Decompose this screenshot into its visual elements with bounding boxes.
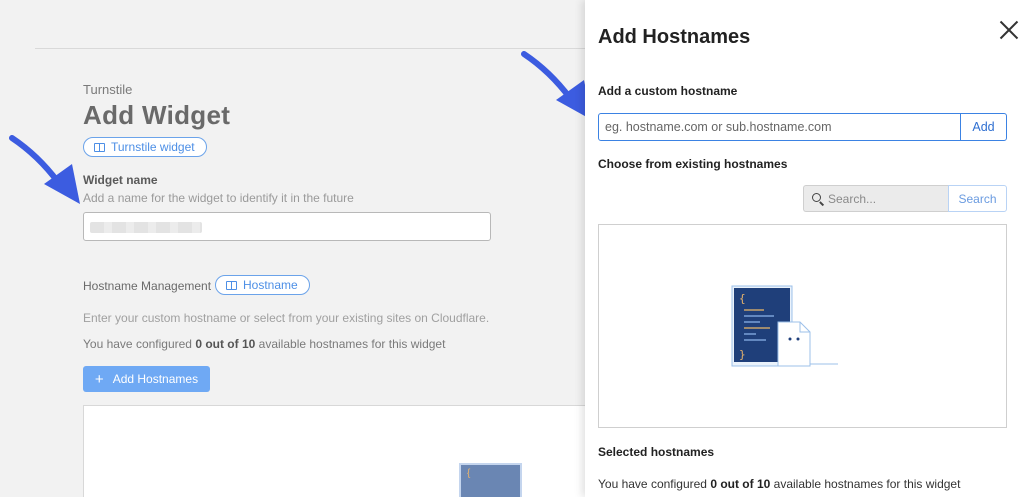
svg-text:{: { bbox=[739, 292, 746, 305]
existing-hostnames-label: Choose from existing hostnames bbox=[598, 157, 788, 171]
add-hostnames-drawer: Add Hostnames Add a custom hostname Add … bbox=[585, 0, 1024, 497]
custom-hostname-input[interactable] bbox=[598, 113, 961, 141]
count-value: 0 out of 10 bbox=[195, 337, 256, 351]
existing-hostnames-list: { } bbox=[598, 224, 1007, 428]
turnstile-widget-docs-link[interactable]: Turnstile widget bbox=[83, 137, 207, 157]
book-icon bbox=[226, 280, 237, 290]
search-input[interactable] bbox=[828, 186, 946, 211]
widget-name-label: Widget name bbox=[83, 173, 158, 187]
widget-name-help: Add a name for the widget to identify it… bbox=[83, 191, 354, 205]
custom-hostname-label: Add a custom hostname bbox=[598, 84, 738, 98]
breadcrumb: Turnstile bbox=[83, 82, 133, 97]
hostname-count-text: You have configured 0 out of 10 availabl… bbox=[83, 337, 445, 351]
search-icon bbox=[812, 193, 821, 202]
header-divider bbox=[35, 48, 595, 49]
plus-icon: + bbox=[94, 370, 104, 388]
hostname-link-label: Hostname bbox=[243, 278, 298, 292]
arrow-pointer bbox=[9, 135, 80, 204]
add-custom-hostname-button[interactable]: Add bbox=[960, 113, 1007, 141]
drawer-title: Add Hostnames bbox=[598, 26, 751, 48]
selected-hostnames-label: Selected hostnames bbox=[598, 445, 715, 459]
count-prefix: You have configured bbox=[598, 477, 711, 491]
count-prefix: You have configured bbox=[83, 337, 196, 351]
hostname-docs-link[interactable]: Hostname bbox=[215, 275, 310, 295]
count-suffix: available hostnames for this widget bbox=[255, 337, 446, 351]
empty-document-illustration bbox=[459, 463, 522, 497]
page-title: Add Widget bbox=[83, 100, 231, 130]
book-icon bbox=[94, 142, 105, 152]
search-button[interactable]: Search bbox=[948, 185, 1007, 212]
hostnames-list-panel bbox=[83, 405, 603, 497]
svg-text:}: } bbox=[739, 348, 746, 361]
drawer-hostname-count: You have configured 0 out of 10 availabl… bbox=[598, 477, 960, 491]
search-field[interactable] bbox=[803, 185, 949, 212]
turnstile-widget-link-label: Turnstile widget bbox=[111, 140, 195, 154]
add-hostnames-label: Add Hostnames bbox=[112, 372, 199, 386]
hostname-help-text: Enter your custom hostname or select fro… bbox=[83, 311, 490, 325]
widget-name-input[interactable] bbox=[83, 212, 491, 241]
count-value: 0 out of 10 bbox=[710, 477, 771, 491]
count-suffix: available hostnames for this widget bbox=[770, 477, 961, 491]
close-icon[interactable] bbox=[999, 20, 1019, 40]
redacted-value bbox=[90, 222, 202, 233]
empty-document-illustration: { } bbox=[731, 285, 838, 367]
hostname-management-label: Hostname Management bbox=[83, 279, 212, 293]
add-hostnames-button[interactable]: + Add Hostnames bbox=[83, 366, 210, 392]
